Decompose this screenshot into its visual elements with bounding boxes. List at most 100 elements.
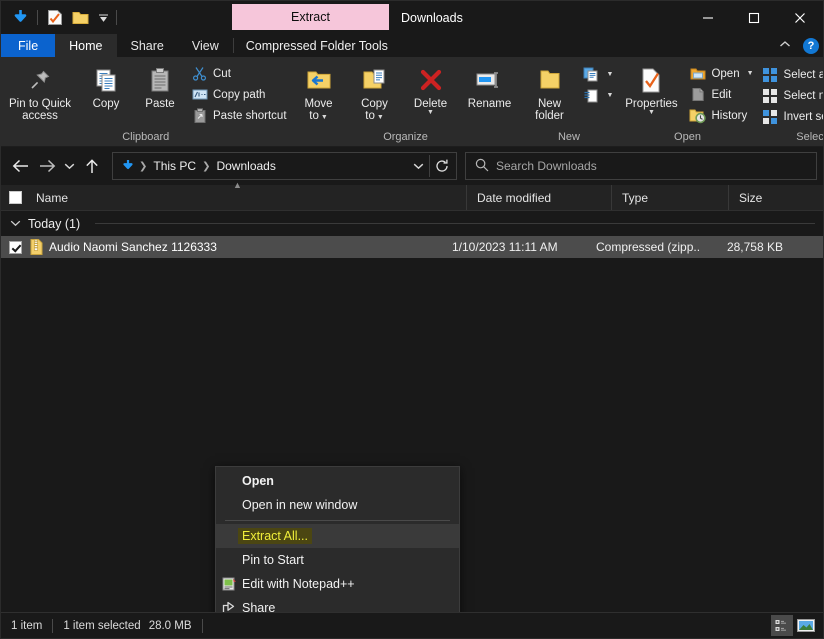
forward-button[interactable] (34, 153, 60, 179)
group-header-today[interactable]: Today (1) (1, 211, 823, 236)
select-all-icon (762, 66, 779, 83)
status-item-count: 1 item (11, 619, 43, 632)
group-collapse-chevron-down-icon[interactable] (10, 219, 21, 229)
new-item-button[interactable]: ▼ (579, 64, 618, 85)
breadcrumb-separator-1[interactable]: ❯ (138, 161, 148, 172)
copy-to-label: Copy to (361, 98, 388, 122)
qat-divider-2 (116, 10, 117, 25)
new-item-chevron-down-icon[interactable]: ▼ (607, 71, 614, 78)
menu-item-open-in-new-window[interactable]: Open in new window (216, 493, 459, 517)
easy-access-chevron-down-icon[interactable]: ▼ (607, 92, 614, 99)
open-small-buttons: Open ▼ Edit History (685, 62, 757, 126)
close-button[interactable] (777, 1, 823, 34)
file-size: 28,758 KB (726, 240, 783, 254)
open-button[interactable]: Open ▼ (685, 63, 757, 84)
delete-button[interactable]: Delete ▼ (403, 62, 459, 118)
select-small-buttons: Select all Select none Invert selection (758, 63, 823, 127)
invert-selection-button[interactable]: Invert selection (758, 106, 823, 127)
new-folder-icon[interactable] (68, 5, 94, 31)
file-name-cell[interactable]: Audio Naomi Sanchez 1126333 (29, 239, 439, 255)
copy-path-icon (191, 86, 208, 103)
ribbon-help-zone: ? (775, 34, 819, 57)
navigation-bar: ❯ This PC ❯ Downloads Search Downloads (1, 147, 823, 185)
delete-chevron-down-icon[interactable]: ▼ (414, 109, 447, 116)
history-button[interactable]: History (685, 105, 757, 126)
menu-item-pin-to-start[interactable]: Pin to Start (216, 548, 459, 572)
breadcrumb-separator-2[interactable]: ❯ (201, 161, 211, 172)
column-header-type[interactable]: Type (612, 185, 729, 210)
cut-button[interactable]: Cut (187, 63, 291, 84)
breadcrumb-downloads[interactable]: Downloads (212, 159, 279, 173)
help-button[interactable]: ? (803, 37, 819, 54)
edit-button[interactable]: Edit (685, 84, 757, 105)
search-icon (475, 158, 489, 175)
details-view-button[interactable] (771, 615, 793, 636)
open-label: Open (711, 67, 740, 80)
refresh-button[interactable] (430, 154, 454, 178)
copy-to-button[interactable]: Copy to ▼ (347, 62, 403, 126)
move-to-button[interactable]: Move to ▼ (291, 62, 347, 126)
menu-item-edit-with-notepadpp[interactable]: Edit with Notepad++ (216, 572, 459, 596)
table-row[interactable]: Audio Naomi Sanchez 1126333 1/10/2023 11… (1, 236, 823, 258)
move-to-chevron-down-icon[interactable]: ▼ (321, 114, 328, 121)
properties-icon[interactable] (42, 5, 68, 31)
history-icon (689, 107, 707, 124)
tab-share[interactable]: Share (117, 34, 178, 57)
minimize-button[interactable] (685, 1, 731, 34)
contextual-tab-extract[interactable]: Extract (232, 4, 389, 30)
easy-access-button[interactable]: ▼ (579, 85, 618, 106)
row-checkbox[interactable] (1, 240, 29, 254)
address-dropdown-chevron-down-icon[interactable] (407, 154, 429, 178)
status-selection-count: 1 item selected (63, 619, 141, 632)
properties-chevron-down-icon[interactable]: ▼ (625, 109, 677, 116)
select-none-button[interactable]: Select none (758, 85, 823, 106)
select-all-checkbox[interactable] (1, 185, 29, 210)
notepadpp-icon (216, 572, 242, 596)
ribbon-group-label-clipboard: Clipboard (122, 131, 170, 143)
menu-item-open[interactable]: Open (216, 469, 459, 493)
new-item-icon (583, 66, 600, 83)
downloads-icon[interactable] (7, 5, 33, 31)
maximize-button[interactable] (731, 1, 777, 34)
column-headers: ▲ Name Date modified Type Size (1, 180, 823, 211)
view-mode-buttons (771, 615, 817, 636)
tab-compressed-folder-tools[interactable]: Compressed Folder Tools (234, 34, 400, 57)
select-all-button[interactable]: Select all (758, 64, 823, 85)
qat-customize-chevron-down-icon[interactable] (94, 5, 112, 31)
tab-view[interactable]: View (178, 34, 233, 57)
paste-shortcut-label: Paste shortcut (213, 109, 287, 122)
back-button[interactable] (7, 153, 33, 179)
breadcrumb-this-pc[interactable]: This PC (149, 159, 200, 173)
tab-home[interactable]: Home (55, 34, 117, 57)
recent-locations-chevron-down-icon[interactable] (61, 153, 78, 179)
properties-button[interactable]: Properties ▼ (617, 62, 685, 118)
copy-button[interactable]: Copy (79, 62, 133, 112)
menu-icon-placeholder (216, 548, 242, 572)
ribbon-collapse-chevron-up-icon[interactable] (775, 40, 795, 51)
up-button[interactable] (79, 153, 105, 179)
search-input[interactable]: Search Downloads (465, 152, 817, 180)
column-header-size[interactable]: Size (729, 185, 819, 210)
pin-to-quick-access-button[interactable]: Pin to Quick access (1, 62, 79, 124)
edit-label: Edit (711, 88, 732, 101)
new-folder-button[interactable]: New folder (521, 62, 579, 124)
menu-separator-1 (225, 520, 450, 521)
column-header-name[interactable]: Name (29, 185, 467, 210)
paste-button[interactable]: Paste (133, 62, 187, 112)
open-chevron-down-icon[interactable]: ▼ (747, 70, 754, 77)
tab-file[interactable]: File (1, 34, 56, 57)
move-to-icon (305, 64, 333, 96)
copy-icon (93, 64, 120, 96)
file-date-modified: 1/10/2023 11:11 AM (452, 240, 558, 254)
window-controls (685, 1, 823, 34)
address-bar[interactable]: ❯ This PC ❯ Downloads (112, 152, 457, 180)
breadcrumb-downloads-icon[interactable] (119, 159, 137, 174)
rename-button[interactable]: Rename (459, 62, 521, 112)
copy-path-button[interactable]: Copy path (187, 84, 291, 105)
copy-to-chevron-down-icon[interactable]: ▼ (377, 114, 384, 121)
paste-shortcut-button[interactable]: Paste shortcut (187, 105, 291, 126)
status-selection-size: 28.0 MB (148, 619, 192, 632)
menu-item-extract-all[interactable]: Extract All... (216, 524, 459, 548)
large-icons-view-button[interactable] (795, 615, 817, 636)
column-header-date-modified[interactable]: Date modified (467, 185, 612, 210)
